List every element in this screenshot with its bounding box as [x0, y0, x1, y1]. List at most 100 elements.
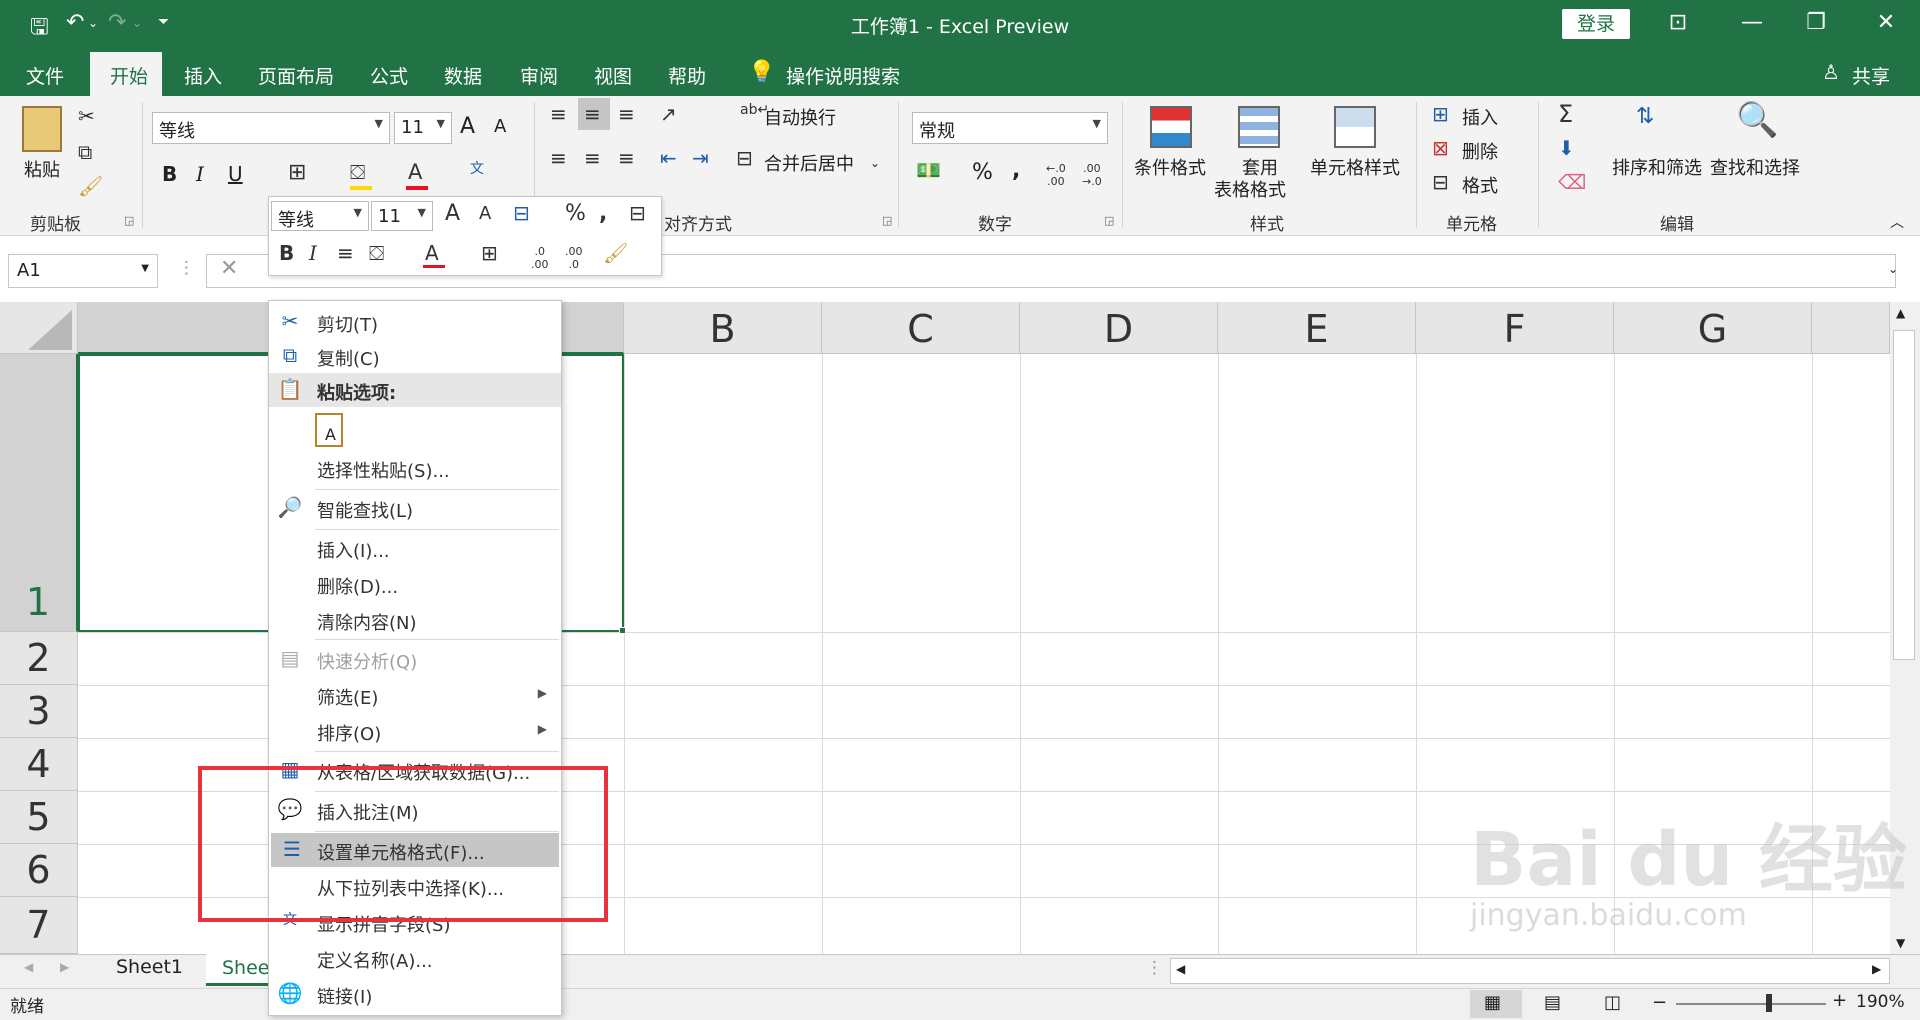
fill-icon[interactable]: ⬇	[1558, 136, 1575, 160]
percent-icon[interactable]: %	[565, 201, 586, 226]
menu-item-link[interactable]: 🌐 链接(I)	[269, 977, 561, 1011]
next-sheet-icon[interactable]: ▶	[60, 960, 69, 974]
currency-icon[interactable]: 💵	[916, 158, 941, 182]
number-format-combo[interactable]: 常规 ▼	[912, 112, 1108, 144]
number-launcher-icon[interactable]: ◲	[1104, 214, 1114, 227]
row-header-7[interactable]: 7	[0, 897, 78, 954]
find-select-button[interactable]: 查找和选择	[1710, 154, 1800, 180]
column-header-c[interactable]: C	[822, 302, 1020, 354]
tab-page-layout[interactable]: 页面布局	[258, 62, 334, 89]
font-color-icon[interactable]: A	[408, 160, 422, 184]
expand-formula-icon[interactable]: ⌄	[1888, 262, 1898, 276]
tab-data[interactable]: 数据	[444, 62, 482, 89]
scroll-right-icon[interactable]: ▶	[1872, 962, 1881, 976]
menu-item-filter[interactable]: 筛选(E) ▶	[269, 678, 561, 712]
copy-icon[interactable]: ⧉	[78, 140, 92, 164]
zoom-slider-thumb[interactable]	[1766, 994, 1772, 1012]
name-box[interactable]: A1 ▼	[8, 254, 158, 288]
menu-item-clear-contents[interactable]: 清除内容(N)	[269, 603, 561, 637]
font-color-icon[interactable]: A	[425, 241, 439, 265]
alignment-launcher-icon[interactable]: ◲	[882, 214, 892, 227]
align-center-icon[interactable]: ≡	[584, 146, 601, 170]
menu-item-define-name[interactable]: 定义名称(A)...	[269, 941, 561, 975]
fill-color-icon[interactable]: ⛋	[369, 241, 384, 265]
number-format-icon[interactable]: ⊟	[513, 201, 530, 225]
paste-button[interactable]: 粘贴	[24, 156, 60, 182]
bold-button[interactable]: B	[162, 162, 177, 186]
close-icon[interactable]: ✕	[1866, 10, 1906, 35]
zoom-level[interactable]: 190%	[1856, 992, 1905, 1012]
fill-handle[interactable]	[619, 627, 626, 634]
decrease-indent-icon[interactable]: ⇤	[660, 146, 677, 170]
ribbon-display-icon[interactable]: ⊡	[1658, 10, 1698, 35]
tab-view[interactable]: 视图	[594, 62, 632, 89]
comma-button[interactable]: ,	[1012, 158, 1020, 183]
borders-icon[interactable]: ⊞	[288, 160, 306, 185]
page-layout-view-icon[interactable]: ▤	[1544, 992, 1561, 1013]
menu-item-delete[interactable]: 删除(D)...	[269, 567, 561, 601]
mini-font-name-combo[interactable]: 等线 ▼	[271, 201, 369, 231]
zoom-slider[interactable]	[1676, 1003, 1826, 1005]
align-top-icon[interactable]: ≡	[550, 102, 567, 126]
clear-icon[interactable]: ⌫	[1558, 170, 1586, 194]
scroll-left-icon[interactable]: ◀	[1176, 962, 1185, 976]
shrink-font-icon[interactable]: A	[479, 203, 491, 224]
horizontal-scrollbar[interactable]	[1170, 958, 1890, 984]
grow-font-icon[interactable]: A	[445, 201, 460, 226]
align-right-icon[interactable]: ≡	[618, 146, 635, 170]
increase-decimal-icon[interactable]: ←.0.00	[1046, 162, 1066, 188]
increase-decimal-icon[interactable]: .0.00	[531, 245, 549, 271]
decrease-decimal-icon[interactable]: .00.0	[565, 245, 583, 271]
merge-center-button[interactable]: 合并后居中	[764, 150, 854, 176]
chevron-down-icon[interactable]: ⌄	[870, 156, 880, 170]
row-header-6[interactable]: 6	[0, 844, 78, 897]
autosum-icon[interactable]: Σ	[1558, 100, 1573, 128]
restore-icon[interactable]: ❐	[1796, 10, 1836, 35]
orientation-icon[interactable]: ↗	[660, 102, 677, 126]
column-header-e[interactable]: E	[1218, 302, 1416, 354]
phonetic-guide-icon[interactable]: 文	[470, 158, 484, 178]
underline-button[interactable]: U	[228, 162, 243, 186]
row-header-1[interactable]: 1	[0, 354, 78, 632]
decrease-decimal-icon[interactable]: .00 →.0	[1082, 162, 1102, 188]
menu-item-cut[interactable]: ✂ 剪切(T)	[269, 305, 561, 339]
bold-icon[interactable]: B	[279, 241, 294, 265]
tab-file[interactable]: 文件	[26, 62, 64, 89]
borders-icon[interactable]: ⊞	[481, 241, 498, 265]
cut-icon[interactable]: ✂	[78, 104, 95, 128]
cell-styles-button[interactable]: 单元格样式	[1310, 154, 1400, 180]
grow-font-button[interactable]: A	[460, 114, 475, 139]
merge-icon[interactable]: ⊟	[629, 201, 646, 225]
column-header-b[interactable]: B	[624, 302, 822, 354]
page-break-view-icon[interactable]: ◫	[1604, 992, 1621, 1013]
italic-icon[interactable]: I	[309, 241, 317, 265]
align-bottom-icon[interactable]: ≡	[618, 102, 635, 126]
tab-insert[interactable]: 插入	[184, 62, 222, 89]
menu-item-paste-special[interactable]: 选择性粘贴(S)...	[269, 451, 561, 485]
menu-item-insert[interactable]: 插入(I)...	[269, 531, 561, 565]
increase-indent-icon[interactable]: ⇥	[692, 146, 709, 170]
prev-sheet-icon[interactable]: ◀	[24, 960, 33, 974]
menu-item-sort[interactable]: 排序(O) ▶	[269, 714, 561, 748]
sheet-tab-sheet1[interactable]: Sheet1	[116, 956, 183, 978]
scroll-up-icon[interactable]: ▲	[1896, 306, 1905, 320]
row-header-3[interactable]: 3	[0, 685, 78, 738]
vertical-scroll-thumb[interactable]	[1893, 330, 1915, 660]
sort-filter-icon[interactable]: ⇅	[1636, 104, 1654, 129]
minimize-icon[interactable]: —	[1732, 10, 1772, 35]
conditional-format-button[interactable]: 条件格式	[1134, 154, 1206, 180]
column-header-d[interactable]: D	[1020, 302, 1218, 354]
paste-icon[interactable]	[22, 106, 62, 152]
format-as-table-icon[interactable]	[1238, 106, 1280, 148]
wrap-text-button[interactable]: 自动换行	[764, 104, 836, 130]
zoom-in-icon[interactable]: +	[1832, 990, 1847, 1011]
format-painter-icon[interactable]: 🖌	[78, 174, 103, 198]
login-button[interactable]: 登录	[1562, 9, 1630, 39]
tab-home[interactable]: 开始	[110, 62, 148, 89]
zoom-out-icon[interactable]: −	[1652, 992, 1667, 1013]
menu-item-copy[interactable]: ⧉ 复制(C)	[269, 339, 561, 373]
normal-view-icon[interactable]: ▦	[1484, 992, 1501, 1013]
collapse-ribbon-icon[interactable]: ︿	[1890, 212, 1904, 232]
row-header-4[interactable]: 4	[0, 738, 78, 791]
percent-button[interactable]: %	[972, 160, 993, 185]
